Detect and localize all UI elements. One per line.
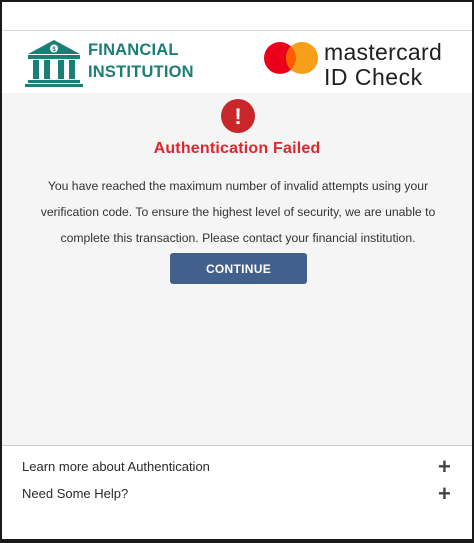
header: $ FINANCIAL INSTITUTION mastercard ID Ch… <box>2 30 472 94</box>
main-content: ! Authentication Failed You have reached… <box>2 93 472 445</box>
message-line: complete this transaction. Please contac… <box>60 231 416 245</box>
page-title: Authentication Failed <box>153 140 321 157</box>
accordion-label: Need Some Help? <box>22 486 129 501</box>
alert-glyph: ! <box>234 104 241 129</box>
bank-name-line1: FINANCIAL <box>88 41 179 59</box>
error-message: You have reached the maximum number of i… <box>40 173 436 251</box>
auth-dialog: $ FINANCIAL INSTITUTION mastercard ID Ch… <box>0 0 474 543</box>
mastercard-wordmark: mastercard <box>324 39 443 65</box>
bank-icon: $ <box>25 40 83 87</box>
accordion-label: Learn more about Authentication <box>22 459 210 474</box>
accordion-learn-more[interactable]: Learn more about Authentication + <box>2 453 472 481</box>
id-check-label: ID Check <box>324 64 423 90</box>
message-line: You have reached the maximum number of i… <box>47 179 429 193</box>
alert-icon: ! <box>221 99 255 133</box>
continue-button[interactable]: CONTINUE <box>170 253 307 284</box>
accordion-need-help[interactable]: Need Some Help? + <box>2 480 472 508</box>
plus-icon[interactable]: + <box>438 481 451 507</box>
bank-name: FINANCIAL INSTITUTION <box>88 39 228 83</box>
message-line: verification code. To ensure the highest… <box>40 205 436 219</box>
mastercard-logo-icon <box>264 42 318 74</box>
top-bar <box>2 2 472 30</box>
plus-icon[interactable]: + <box>438 454 451 480</box>
bank-name-line2: INSTITUTION <box>88 63 194 81</box>
footer: Learn more about Authentication + Need S… <box>2 445 472 539</box>
